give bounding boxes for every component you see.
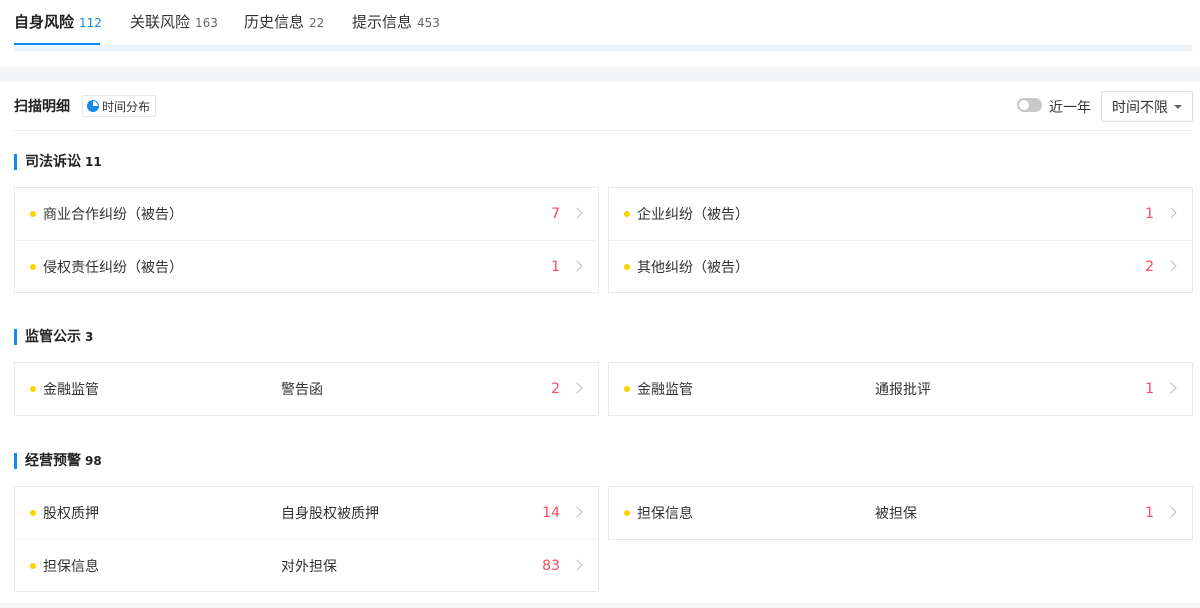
- risk-name: 企业纠纷（被告）: [637, 207, 749, 223]
- bullet-dot: [30, 211, 36, 217]
- section-title-litigation: 司法诉讼 11: [14, 154, 102, 170]
- risk-name: 商业合作纠纷（被告）: [43, 207, 183, 223]
- time-range-select[interactable]: 时间不限: [1101, 91, 1193, 122]
- risk-row[interactable]: 金融监管 警告函 2: [15, 363, 598, 415]
- tab-count: 163: [195, 16, 218, 30]
- chevron-right-icon: [1165, 207, 1177, 219]
- tab-count: 453: [417, 16, 440, 30]
- risk-subtype: 自身股权被质押: [281, 506, 379, 522]
- chevron-right-icon: [1165, 506, 1177, 518]
- section-title-regulatory: 监管公示 3: [14, 329, 93, 345]
- section-count: 11: [85, 155, 102, 169]
- risk-row[interactable]: 金融监管 通报批评 1: [609, 363, 1192, 415]
- bullet-dot: [30, 563, 36, 569]
- risk-count: 83: [542, 557, 560, 574]
- bottom-separator: [0, 603, 1200, 608]
- section-title: 司法诉讼: [25, 154, 81, 170]
- risk-name: 侵权责任纠纷（被告）: [43, 259, 183, 276]
- recent-year-toggle[interactable]: [1017, 98, 1042, 112]
- risk-subtype: 警告函: [281, 382, 323, 398]
- time-distribution-button[interactable]: 时间分布: [82, 95, 156, 117]
- caret-down-icon: [1174, 104, 1182, 109]
- risk-row[interactable]: 担保信息 被担保 1: [609, 487, 1192, 539]
- tabs-divider: [14, 45, 1192, 51]
- risk-count: 1: [1145, 381, 1154, 397]
- risk-count: 7: [551, 206, 560, 222]
- chevron-right-icon: [571, 382, 583, 394]
- tab-related-risk[interactable]: 关联风险 163: [130, 11, 218, 32]
- risk-count: 2: [551, 381, 560, 397]
- risk-subtype: 通报批评: [875, 382, 931, 398]
- chevron-right-icon: [571, 260, 583, 272]
- risk-subtype: 对外担保: [281, 558, 337, 575]
- recent-year-label: 近一年: [1049, 100, 1091, 116]
- risk-count: 1: [551, 258, 560, 275]
- risk-card: 金融监管 通报批评 1: [608, 362, 1193, 416]
- tab-self-risk[interactable]: 自身风险 112: [14, 11, 102, 32]
- time-distribution-label: 时间分布: [102, 99, 151, 114]
- risk-row[interactable]: 股权质押 自身股权被质押 14: [15, 487, 598, 539]
- risk-name: 金融监管: [637, 382, 693, 398]
- bullet-dot: [30, 510, 36, 516]
- risk-card: 企业纠纷（被告） 1 其他纠纷（被告） 2: [608, 187, 1193, 293]
- risk-name: 其他纠纷（被告）: [637, 259, 749, 276]
- section-count: 98: [85, 454, 102, 468]
- chevron-right-icon: [571, 559, 583, 571]
- tab-count: 112: [79, 16, 102, 30]
- risk-card: 商业合作纠纷（被告） 7 侵权责任纠纷（被告） 1: [14, 187, 599, 293]
- risk-row[interactable]: 其他纠纷（被告） 2: [609, 240, 1192, 292]
- tab-label: 关联风险: [130, 13, 191, 31]
- risk-count: 1: [1145, 206, 1154, 222]
- section-title: 监管公示: [25, 329, 81, 345]
- risk-row[interactable]: 侵权责任纠纷（被告） 1: [15, 240, 598, 292]
- tab-label: 自身风险: [14, 13, 75, 31]
- pie-chart-icon: [87, 100, 99, 112]
- time-range-value: 时间不限: [1112, 99, 1168, 116]
- section-separator: [0, 66, 1200, 82]
- risk-count: 14: [542, 505, 560, 521]
- risk-name: 担保信息: [43, 558, 99, 575]
- tab-hint-info[interactable]: 提示信息 453: [352, 11, 440, 32]
- risk-name: 金融监管: [43, 382, 99, 398]
- bullet-dot: [30, 264, 36, 270]
- bullet-dot: [624, 264, 630, 270]
- section-title: 经营预警: [25, 453, 81, 469]
- chevron-right-icon: [1165, 260, 1177, 272]
- section-title-operation: 经营预警 98: [14, 453, 102, 469]
- risk-subtype: 被担保: [875, 506, 917, 522]
- risk-tabs: 自身风险 112 关联风险 163 历史信息 22 提示信息 453: [0, 0, 1200, 52]
- risk-row[interactable]: 商业合作纠纷（被告） 7: [15, 188, 598, 240]
- tab-label: 提示信息: [352, 13, 413, 31]
- bullet-dot: [624, 211, 630, 217]
- risk-card: 金融监管 警告函 2: [14, 362, 599, 416]
- risk-row[interactable]: 企业纠纷（被告） 1: [609, 188, 1192, 240]
- risk-name: 担保信息: [637, 506, 693, 522]
- risk-row[interactable]: 担保信息 对外担保 83: [15, 539, 598, 591]
- risk-name: 股权质押: [43, 506, 99, 522]
- chevron-right-icon: [571, 506, 583, 518]
- tab-history-info[interactable]: 历史信息 22: [244, 11, 324, 32]
- chevron-right-icon: [571, 207, 583, 219]
- bullet-dot: [624, 510, 630, 516]
- risk-count: 2: [1145, 258, 1154, 275]
- risk-card: 担保信息 被担保 1: [608, 486, 1193, 540]
- tab-count: 22: [309, 16, 325, 30]
- bullet-dot: [30, 386, 36, 392]
- risk-count: 1: [1145, 505, 1154, 521]
- tab-label: 历史信息: [244, 13, 305, 31]
- toggle-knob: [1019, 100, 1029, 110]
- toolbar-divider: [14, 130, 1192, 131]
- bullet-dot: [624, 386, 630, 392]
- scan-detail-title: 扫描明细: [14, 99, 70, 115]
- section-count: 3: [85, 330, 94, 344]
- risk-card: 股权质押 自身股权被质押 14 担保信息 对外担保 83: [14, 486, 599, 592]
- chevron-right-icon: [1165, 382, 1177, 394]
